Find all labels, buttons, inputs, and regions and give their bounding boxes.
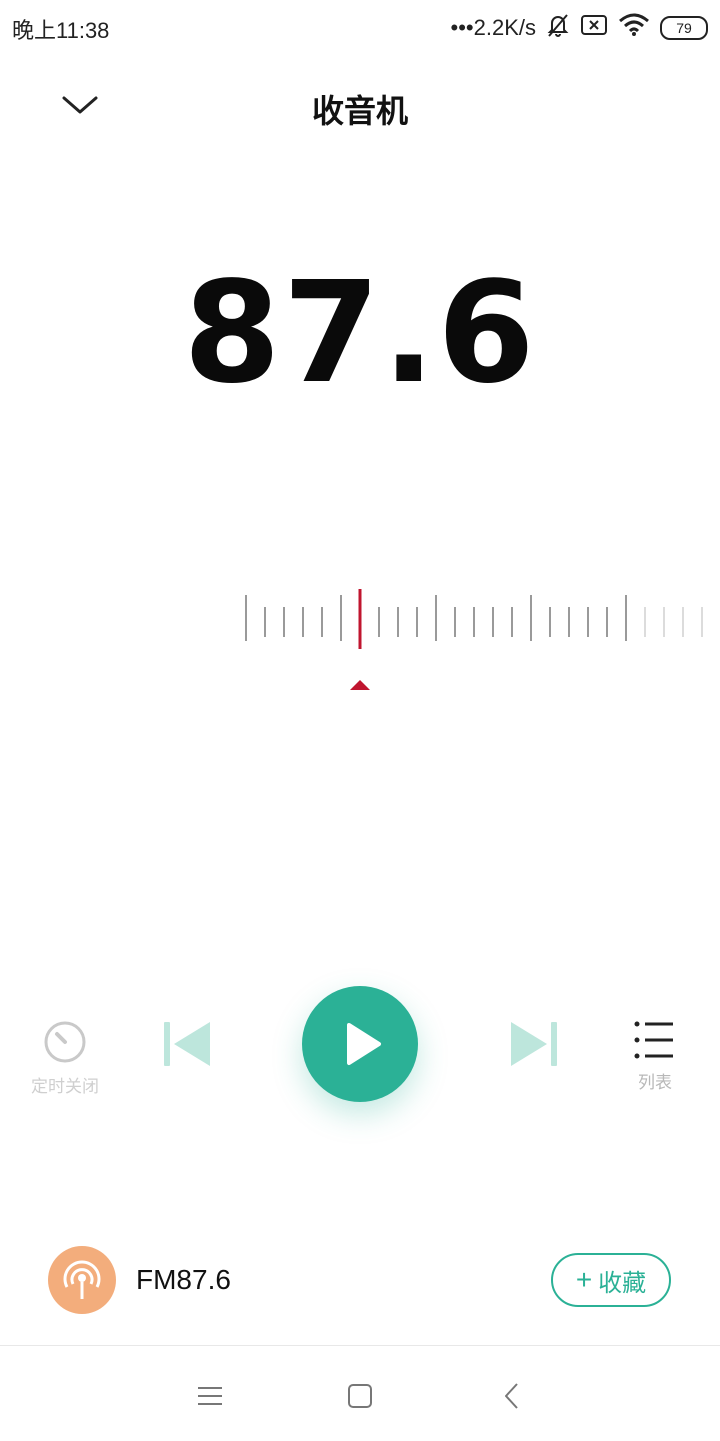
battery-level: 79 — [676, 19, 692, 36]
playback-controls: 定时关闭 列表 — [0, 980, 720, 1120]
station-name: FM87.6 — [136, 1264, 231, 1295]
home-icon — [348, 1384, 372, 1408]
timer-icon — [44, 1021, 86, 1063]
menu-icon — [198, 1387, 222, 1405]
previous-icon — [164, 1022, 210, 1066]
sim-x-icon — [580, 14, 608, 41]
back-button[interactable] — [492, 1376, 532, 1416]
list-label: 列表 — [638, 1073, 672, 1092]
status-time: 晚上11:38 — [12, 18, 110, 43]
previous-button[interactable] — [160, 1020, 216, 1068]
mute-bell-icon — [546, 12, 570, 43]
play-button[interactable] — [302, 986, 418, 1102]
timer-label: 定时关闭 — [31, 1077, 99, 1096]
station-logo — [48, 1246, 116, 1314]
next-button[interactable] — [505, 1020, 561, 1068]
header: 收音机 — [0, 66, 720, 146]
menu-button[interactable] — [190, 1376, 230, 1416]
next-icon — [511, 1022, 557, 1066]
radio-antenna-icon — [63, 1260, 101, 1299]
back-icon — [505, 1383, 518, 1409]
status-icons: •••2.2K/s 79 — [451, 12, 708, 43]
favorite-button[interactable]: + 收藏 — [551, 1253, 671, 1307]
page-title: 收音机 — [311, 93, 408, 129]
battery-icon: 79 — [660, 15, 708, 40]
timer-button[interactable]: 定时关闭 — [28, 1020, 102, 1097]
home-button[interactable] — [340, 1376, 380, 1416]
plus-icon: + — [575, 1264, 593, 1295]
current-station-bar: FM87.6 + 收藏 — [0, 1240, 720, 1324]
tuning-dial[interactable] — [230, 585, 710, 695]
list-button[interactable]: 列表 — [624, 1020, 686, 1093]
status-bar: 晚上11:38 •••2.2K/s 79 — [0, 0, 720, 56]
frequency-display: 87.6 — [183, 252, 537, 415]
favorite-label: 收藏 — [598, 1269, 647, 1297]
list-icon — [634, 1021, 673, 1059]
navigation-bar — [0, 1345, 720, 1441]
tuning-scale — [245, 589, 703, 690]
wifi-icon — [618, 13, 650, 42]
play-icon — [347, 1023, 381, 1065]
tuning-pointer — [350, 680, 370, 690]
network-speed: •••2.2K/s — [450, 14, 536, 40]
